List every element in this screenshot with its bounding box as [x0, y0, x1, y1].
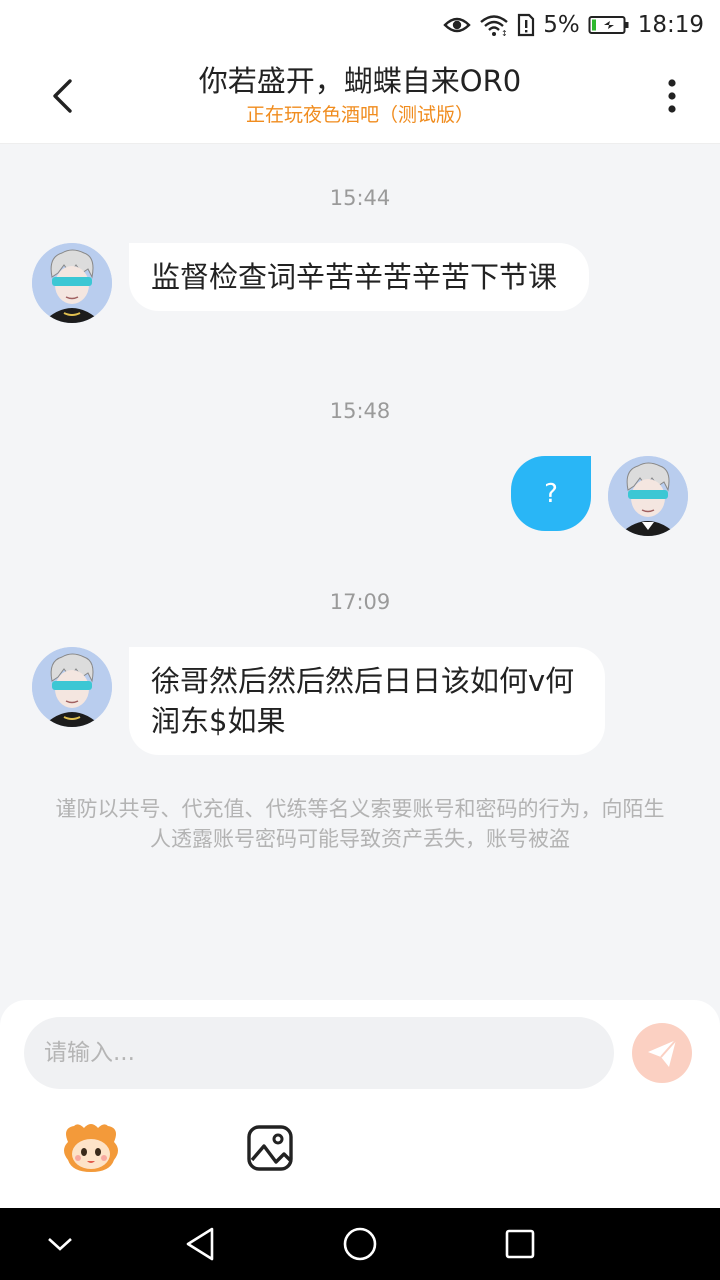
chat-header: 你若盛开，蝴蝶自来OR0 正在玩夜色酒吧（测试版）: [0, 50, 720, 144]
status-bar: ↕ 5% 18:19: [0, 0, 720, 50]
header-titles: 你若盛开，蝴蝶自来OR0 正在玩夜色酒吧（测试版）: [120, 62, 600, 128]
chat-screen: ↕ 5% 18:19 你若盛开，蝴蝶自来OR0 正在玩夜色酒吧（测试版） 15:…: [0, 0, 720, 1280]
message-list[interactable]: 15:44 监督检查词辛苦辛苦辛苦下节课 15:48 ? 17:09 徐哥然后然…: [0, 144, 720, 1000]
clock: 18:19: [637, 12, 704, 38]
avatar[interactable]: [32, 243, 112, 323]
triangle-back-icon: [186, 1227, 214, 1261]
system-navigation-bar: [0, 1208, 720, 1280]
outgoing-message-bubble[interactable]: ?: [511, 456, 591, 531]
message-timestamp: 15:44: [329, 186, 391, 210]
incoming-message-bubble[interactable]: 徐哥然后然后然后日日该如何v何润东$如果: [129, 647, 605, 755]
back-button[interactable]: [40, 72, 84, 120]
image-icon: [247, 1125, 293, 1171]
nav-recents-button[interactable]: [496, 1222, 544, 1266]
avatar-image: [608, 456, 688, 536]
wifi-icon: ↕: [479, 13, 509, 37]
security-notice: 谨防以共号、代充值、代练等名义索要账号和密码的行为，向陌生人透露账号密码可能导致…: [55, 797, 665, 851]
message-timestamp: 15:48: [329, 399, 391, 423]
sim-alert-icon: [517, 13, 535, 37]
avatar-image: [32, 647, 112, 727]
more-options-button[interactable]: [652, 72, 692, 120]
emoji-button[interactable]: [60, 1120, 122, 1176]
composer-panel: [0, 1000, 720, 1208]
cartoon-face-icon: [64, 1124, 118, 1172]
chevron-left-icon: [53, 79, 72, 113]
nav-home-button[interactable]: [336, 1222, 384, 1266]
avatar[interactable]: [608, 456, 688, 536]
nav-back-button[interactable]: [176, 1222, 224, 1266]
avatar[interactable]: [32, 647, 112, 727]
nav-collapse-button[interactable]: [36, 1222, 84, 1266]
message-timestamp: 17:09: [329, 590, 391, 614]
battery-icon: [588, 15, 630, 35]
page-title: 你若盛开，蝴蝶自来OR0: [198, 64, 522, 98]
paper-plane-icon: [648, 1039, 677, 1067]
more-vertical-icon: [668, 79, 676, 113]
image-picker-button[interactable]: [246, 1124, 294, 1172]
avatar-image: [32, 243, 112, 323]
send-button[interactable]: [632, 1023, 692, 1083]
message-input[interactable]: [24, 1017, 614, 1089]
circle-home-icon: [343, 1227, 377, 1261]
incoming-message-bubble[interactable]: 监督检查词辛苦辛苦辛苦下节课: [129, 243, 589, 311]
battery-percent: 5%: [543, 12, 580, 38]
svg-text:↕: ↕: [501, 29, 508, 37]
square-recents-icon: [505, 1229, 535, 1259]
page-subtitle: 正在玩夜色酒吧（测试版）: [245, 104, 474, 126]
chevron-down-icon: [48, 1238, 72, 1251]
eye-icon: [443, 15, 471, 35]
